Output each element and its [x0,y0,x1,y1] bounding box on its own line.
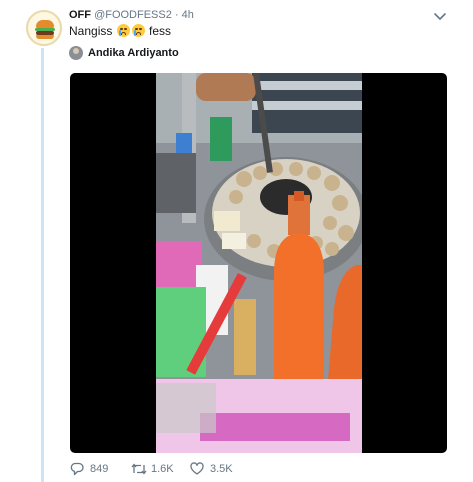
avatar[interactable] [26,10,62,46]
reply-icon [70,462,84,476]
separator-dot: · [174,9,179,21]
user-handle[interactable]: @FOODFESS2 [94,9,172,21]
tweet-text-main: Nangiss [69,24,113,38]
thread-line [41,48,44,482]
tagged-user-name[interactable]: Andika Ardiyanto [88,47,179,59]
tweet-text-end: fess [149,24,172,38]
video-frame-image [156,73,362,453]
tweet-timestamp[interactable]: 4h [182,9,194,21]
video-thumbnail [156,73,362,453]
burger-icon [36,20,54,28]
chevron-down-icon[interactable] [434,12,446,22]
reply-count: 849 [90,463,109,475]
tweet[interactable]: OFF @FOODFESS2 · 4h Nangiss fess Andika … [0,0,473,482]
like-count: 3.5K [210,463,233,475]
display-name[interactable]: OFF [69,9,91,21]
heart-icon [190,462,204,475]
retweet-icon [131,463,147,475]
loudly-crying-face-icon [116,24,130,37]
tweet-text: Nangiss fess [69,24,171,38]
video-player[interactable] [70,73,447,453]
loudly-crying-face-icon [131,24,145,37]
tagged-user-avatar [69,46,83,60]
tweet-header: OFF @FOODFESS2 · 4h [69,9,194,21]
retweet-count: 1.6K [151,463,174,475]
